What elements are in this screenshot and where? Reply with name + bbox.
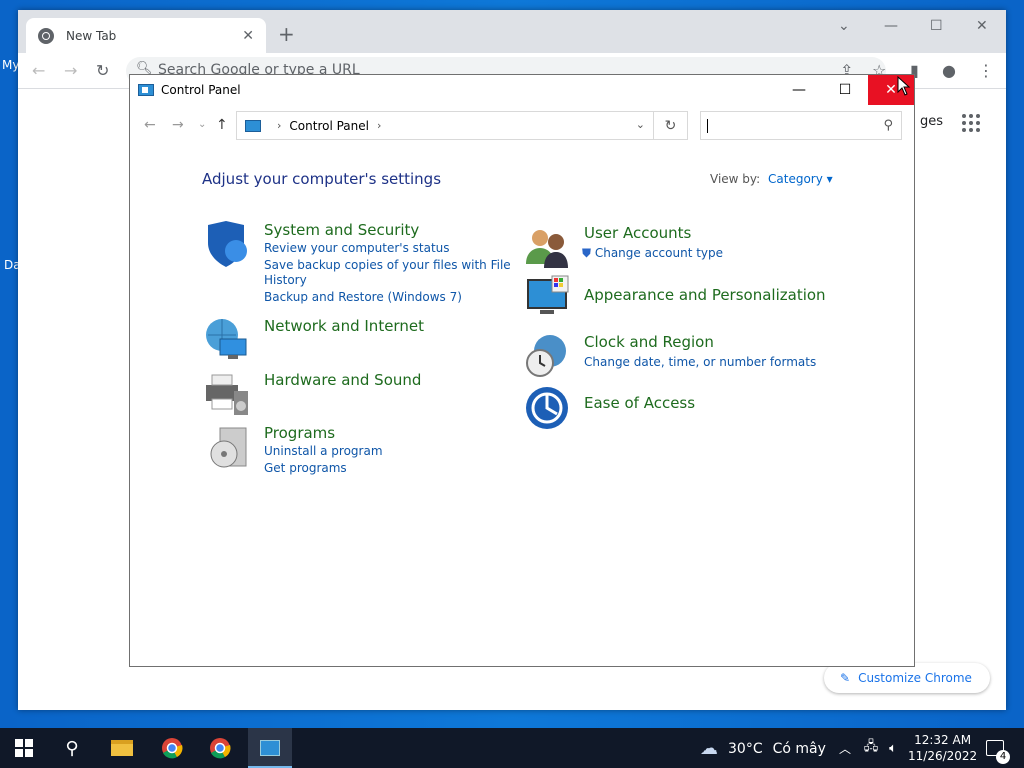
chrome-tab-strip: New Tab ✕ + ⌄ — ☐ ✕: [18, 10, 1006, 53]
desktop-icon-label-1[interactable]: My: [2, 58, 19, 72]
breadcrumb-chevron-icon[interactable]: ›: [377, 119, 381, 132]
chrome-close-button[interactable]: ✕: [976, 18, 988, 34]
category-ease-of-access: Ease of Access: [524, 385, 824, 431]
category-link-text: Change account type: [594, 246, 724, 260]
control-panel-icon: [138, 84, 154, 96]
programs-disc-icon: [210, 427, 247, 468]
chrome-maximize-button[interactable]: ☐: [930, 18, 943, 34]
time: 12:32 AM: [914, 733, 972, 747]
category-system-and-security: System and Security Review your computer…: [204, 221, 511, 311]
pencil-icon: ✎: [840, 671, 851, 685]
back-arrow-icon[interactable]: ←: [32, 61, 45, 80]
tab-search-icon[interactable]: ⌄: [838, 18, 850, 34]
category-title[interactable]: System and Security: [264, 221, 419, 239]
taskbar: ⚲ ☁ 30°C Có mây ︿ 🖧︎ 🔈︎ 12:32 AM 11/26/2…: [0, 728, 1024, 768]
network-icon[interactable]: 🖧︎: [862, 736, 880, 760]
date: 11/26/2022: [908, 749, 978, 763]
chrome-minimize-button[interactable]: —: [884, 18, 898, 34]
search-icon[interactable]: ⚲: [62, 736, 82, 760]
category-title[interactable]: User Accounts: [584, 224, 691, 242]
volume-icon[interactable]: 🔈︎: [884, 736, 902, 760]
category-link[interactable]: Review your computer's status: [264, 241, 450, 255]
search-icon[interactable]: ⚲: [883, 118, 893, 133]
system-clock[interactable]: 12:32 AM 11/26/2022: [908, 732, 977, 764]
back-arrow-icon[interactable]: ←: [144, 117, 156, 133]
category-link[interactable]: Save backup copies of your files with Fi…: [264, 258, 511, 272]
category-link[interactable]: Uninstall a program: [264, 444, 383, 458]
clock-globe-icon: [526, 335, 566, 377]
control-panel-icon: [260, 740, 280, 756]
weather-text: Có mây: [772, 740, 826, 757]
view-by-dropdown[interactable]: Category ▾: [768, 172, 833, 186]
ease-of-access-icon: [526, 387, 568, 429]
chrome-icon[interactable]: [160, 736, 184, 760]
control-panel-icon: [245, 119, 261, 132]
category-network-and-internet: Network and Internet: [204, 317, 504, 363]
category-link[interactable]: ⛊ Change account type: [582, 246, 723, 261]
monitor-palette-icon: [527, 275, 569, 314]
text-caret: [707, 118, 708, 133]
up-arrow-icon[interactable]: ↑: [216, 117, 228, 133]
category-title[interactable]: Network and Internet: [264, 317, 424, 335]
category-title[interactable]: Appearance and Personalization: [584, 286, 826, 304]
users-icon: [526, 230, 568, 268]
category-title[interactable]: Clock and Region: [584, 333, 714, 351]
control-panel-window: Control Panel — ☐ ✕ ← → ⌄ ↑ › Control Pa…: [129, 74, 915, 667]
category-link[interactable]: Backup and Restore (Windows 7): [264, 290, 462, 304]
window-title: Control Panel: [161, 83, 241, 97]
address-dropdown-icon[interactable]: ⌄: [636, 118, 645, 131]
category-clock-and-region: Clock and Region Change date, time, or n…: [524, 333, 844, 379]
forward-arrow-icon[interactable]: →: [64, 61, 77, 80]
page-title: Adjust your computer's settings: [202, 170, 442, 188]
new-tab-button[interactable]: +: [278, 22, 295, 46]
category-link[interactable]: Change date, time, or number formats: [584, 355, 816, 369]
category-hardware-and-sound: Hardware and Sound: [204, 371, 504, 417]
reload-icon[interactable]: ↻: [96, 61, 109, 80]
refresh-button[interactable]: ↻: [654, 111, 688, 140]
view-by-value: Category: [768, 172, 823, 186]
profile-avatar-icon[interactable]: ●: [942, 61, 956, 80]
customize-chrome-button[interactable]: ✎ Customize Chrome: [824, 663, 990, 693]
weather-widget[interactable]: ☁ 30°C Có mây: [700, 738, 826, 759]
breadcrumb[interactable]: Control Panel: [289, 119, 369, 133]
network-globe-icon: [206, 319, 247, 359]
mouse-cursor-icon: [897, 76, 911, 96]
minimize-button[interactable]: —: [776, 75, 822, 105]
chevron-up-icon[interactable]: ︿: [838, 736, 852, 760]
category-link[interactable]: Get programs: [264, 461, 347, 475]
view-by-label: View by:: [710, 172, 761, 186]
category-title[interactable]: Hardware and Sound: [264, 371, 421, 389]
category-programs: Programs Uninstall a program Get program…: [204, 424, 504, 484]
chrome-menu-icon[interactable]: ⋮: [978, 61, 994, 80]
chrome-favicon-icon: [38, 27, 54, 44]
address-bar[interactable]: › Control Panel › ⌄: [236, 111, 654, 140]
file-explorer-icon[interactable]: [110, 736, 134, 760]
maximize-button[interactable]: ☐: [822, 75, 868, 105]
cloud-icon: ☁: [700, 738, 718, 759]
category-title[interactable]: Programs: [264, 424, 335, 442]
category-title[interactable]: Ease of Access: [584, 394, 695, 412]
breadcrumb-chevron-icon[interactable]: ›: [277, 119, 281, 132]
temperature: 30°C: [728, 740, 763, 757]
category-appearance-and-personalization: Appearance and Personalization: [524, 274, 844, 320]
notification-icon[interactable]: 4: [984, 736, 1010, 764]
forward-arrow-icon[interactable]: →: [172, 117, 184, 133]
printer-speaker-icon: [206, 374, 248, 415]
tab-close-icon[interactable]: ✕: [242, 28, 254, 44]
notification-count: 4: [996, 750, 1010, 764]
images-link[interactable]: ges: [920, 114, 943, 129]
category-link[interactable]: History: [264, 273, 307, 287]
chrome-tab-title: New Tab: [66, 28, 117, 43]
chrome-tab-new-tab[interactable]: New Tab ✕: [26, 18, 266, 53]
uac-shield-icon: ⛊: [582, 246, 592, 260]
start-windows-icon[interactable]: [14, 736, 34, 760]
customize-chrome-label: Customize Chrome: [858, 671, 972, 685]
category-user-accounts: User Accounts ⛊ Change account type: [524, 224, 824, 270]
shield-icon: [208, 221, 247, 267]
recent-locations-chevron-icon[interactable]: ⌄: [198, 119, 206, 130]
chrome-icon[interactable]: [208, 736, 232, 760]
google-apps-icon[interactable]: [962, 114, 980, 132]
taskbar-control-panel-button[interactable]: [248, 728, 292, 768]
search-input[interactable]: ⚲: [700, 111, 902, 140]
